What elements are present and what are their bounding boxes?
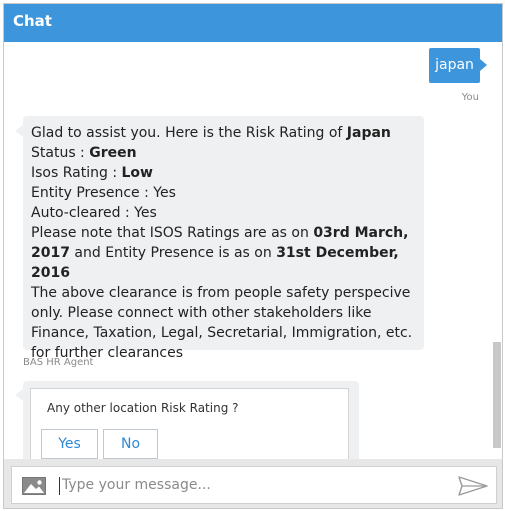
scrollbar-thumb[interactable]: [493, 342, 501, 448]
entity-presence-line: Entity Presence : Yes: [31, 185, 176, 201]
image-icon[interactable]: [22, 477, 46, 495]
status-value: Green: [89, 145, 137, 161]
status-line: Status : Green: [31, 145, 137, 161]
country-name: Japan: [346, 125, 391, 141]
user-message-text: japan: [435, 57, 474, 73]
user-message-bubble: japan: [429, 48, 487, 83]
quick-reply-card: Any other location Risk Rating ? Yes No: [30, 388, 349, 459]
isos-rating-line: Isos Rating : Low: [31, 165, 153, 181]
bot-message-bubble: Glad to assist you. Here is the Risk Rat…: [15, 116, 424, 361]
bubble-tail: [15, 125, 23, 137]
send-icon[interactable]: [458, 476, 488, 496]
chat-title: Chat: [13, 12, 52, 30]
auto-cleared-line: Auto-cleared : Yes: [31, 205, 157, 221]
user-sender-label: You: [461, 92, 479, 103]
risk-rating-intro: Glad to assist you. Here is the Risk Rat…: [31, 125, 391, 141]
quick-reply-question: Any other location Risk Rating ?: [47, 401, 239, 415]
quick-reply-bubble: Any other location Risk Rating ? Yes No: [15, 381, 359, 459]
isos-rating-value: Low: [121, 165, 153, 181]
composer-bar: Type your message...: [4, 459, 502, 508]
no-button[interactable]: No: [103, 429, 158, 459]
clearance-note: The above clearance is from people safet…: [31, 285, 413, 361]
chat-window: Chat japan You Glad to assist you. Here …: [3, 3, 503, 509]
bubble-tail: [480, 59, 487, 71]
ratings-date-note: Please note that ISOS Ratings are as on …: [31, 225, 409, 281]
chat-header: Chat: [4, 4, 502, 42]
message-input-box[interactable]: Type your message...: [11, 466, 497, 504]
bubble-tail: [15, 389, 23, 401]
message-list[interactable]: japan You Glad to assist you. Here is th…: [4, 42, 502, 459]
text-caret: [59, 477, 60, 495]
yes-button[interactable]: Yes: [41, 429, 98, 459]
message-input[interactable]: Type your message...: [62, 467, 211, 503]
agent-sender-label: BAS HR Agent: [23, 357, 94, 368]
